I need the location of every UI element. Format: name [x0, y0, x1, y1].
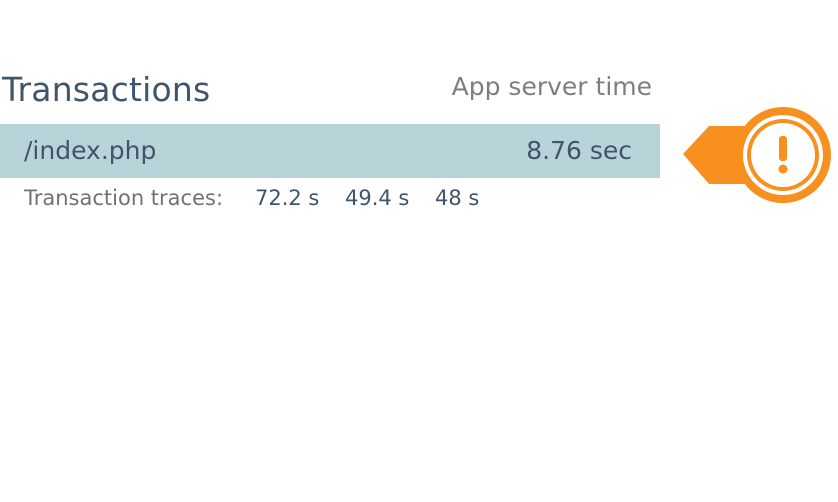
transactions-header: Transactions App server time [0, 62, 660, 122]
transaction-traces-label: Transaction traces: [24, 186, 224, 210]
transaction-name[interactable]: /index.php [24, 136, 156, 165]
trace-link[interactable]: 48 s [435, 186, 479, 210]
transaction-time: 8.76 sec [526, 136, 632, 165]
transactions-title: Transactions [2, 70, 211, 109]
transaction-row[interactable]: /index.php 8.76 sec [0, 122, 660, 178]
trace-link[interactable]: 49.4 s [345, 186, 409, 210]
trace-link[interactable]: 72.2 s [255, 186, 319, 210]
exclamation-alert-icon [683, 107, 831, 203]
transaction-traces: Transaction traces: 72.2 s 49.4 s 48 s [0, 178, 660, 218]
transactions-panel: Transactions App server time /index.php … [0, 62, 660, 218]
app-server-time-column-label: App server time [451, 72, 652, 101]
